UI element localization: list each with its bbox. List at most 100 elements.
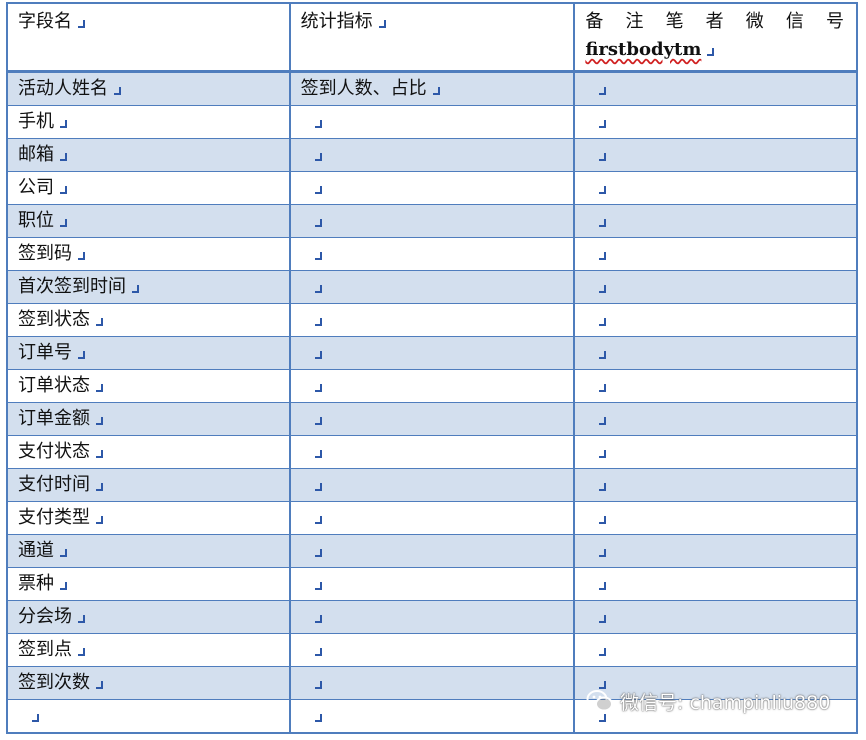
field-cell[interactable]: 公司 [6,171,291,205]
paragraph-mark-icon [314,549,322,557]
field-cell[interactable]: 首次签到时间 [6,270,291,304]
metric-cell[interactable] [288,402,576,436]
metric-cell[interactable] [288,468,576,502]
paragraph-mark-icon [599,285,607,293]
field-cell[interactable]: 签到码 [6,237,291,271]
note-cell[interactable] [573,666,858,700]
field-text: 邮箱 [18,144,54,165]
table-row: 订单金额 [6,402,858,436]
paragraph-mark-icon [78,252,85,260]
field-cell[interactable]: 订单金额 [6,402,291,436]
field-cell[interactable]: 票种 [6,567,291,601]
metric-cell[interactable] [288,369,576,403]
metric-cell[interactable] [288,105,576,139]
paragraph-mark-icon [599,516,607,524]
field-text: 支付类型 [18,507,90,528]
field-cell[interactable]: 订单号 [6,336,291,370]
paragraph-mark-icon [96,417,103,425]
field-text: 签到状态 [18,309,90,330]
metric-cell[interactable] [288,138,576,172]
field-cell[interactable]: 支付时间 [6,468,291,502]
field-cell[interactable]: 签到状态 [6,303,291,337]
paragraph-mark-icon [378,20,386,28]
metric-cell[interactable] [288,534,576,568]
header-field-label: 字段名 [18,11,72,32]
field-cell[interactable]: 邮箱 [6,138,291,172]
note-cell[interactable] [573,567,858,601]
field-cell[interactable] [6,699,291,734]
note-cell[interactable] [573,105,858,139]
field-cell[interactable]: 签到次数 [6,666,291,700]
field-cell[interactable]: 通道 [6,534,291,568]
note-cell[interactable] [573,435,858,469]
paragraph-mark-icon [599,384,607,392]
header-field-cell[interactable]: 字段名 [6,2,291,73]
note-cell[interactable] [573,402,858,436]
paragraph-mark-icon [314,285,322,293]
paragraph-mark-icon [314,483,322,491]
paragraph-mark-icon [314,219,322,227]
metric-cell[interactable] [288,633,576,667]
metric-cell[interactable] [288,303,576,337]
field-cell[interactable]: 职位 [6,204,291,238]
metric-cell[interactable] [288,171,576,205]
field-text: 首次签到时间 [18,276,126,297]
note-cell[interactable] [573,468,858,502]
note-cell[interactable] [573,204,858,238]
paragraph-mark-icon [314,186,322,194]
metric-cell[interactable] [288,600,576,634]
metric-cell[interactable] [288,666,576,700]
metric-cell[interactable] [288,699,576,734]
metric-cell[interactable] [288,501,576,535]
paragraph-mark-icon [78,648,85,656]
metric-cell[interactable] [288,237,576,271]
field-cell[interactable]: 活动人姓名 [6,71,291,106]
note-cell[interactable] [573,237,858,271]
metric-cell[interactable] [288,336,576,370]
metric-cell[interactable] [288,567,576,601]
field-cell[interactable]: 手机 [6,105,291,139]
field-cell[interactable]: 分会场 [6,600,291,634]
paragraph-mark-icon [314,648,322,656]
note-cell[interactable] [573,600,858,634]
table-row: 支付类型 [6,501,858,535]
table-row: 职位 [6,204,858,238]
note-char: 信 [785,11,804,32]
paragraph-mark-icon [314,252,322,260]
paragraph-mark-icon [314,582,322,590]
metric-cell[interactable] [288,435,576,469]
paragraph-mark-icon [78,615,85,623]
note-cell[interactable] [573,336,858,370]
note-cell[interactable] [573,71,858,106]
paragraph-mark-icon [314,153,322,161]
note-char: 者 [705,11,724,32]
header-metric-cell[interactable]: 统计指标 [288,2,576,73]
paragraph-mark-icon [78,351,85,359]
note-cell[interactable] [573,270,858,304]
note-cell[interactable] [573,534,858,568]
metric-cell[interactable] [288,270,576,304]
field-cell[interactable]: 签到点 [6,633,291,667]
paragraph-mark-icon [599,549,607,557]
note-cell[interactable] [573,138,858,172]
note-cell[interactable] [573,501,858,535]
paragraph-mark-icon [314,384,322,392]
table-row: 邮箱 [6,138,858,172]
note-cell[interactable] [573,369,858,403]
table-row: 票种 [6,567,858,601]
note-char: 备 [585,11,604,32]
field-cell[interactable]: 支付类型 [6,501,291,535]
note-cell[interactable] [573,303,858,337]
note-cell[interactable] [573,171,858,205]
paragraph-mark-icon [599,714,607,722]
paragraph-mark-icon [96,483,103,491]
field-cell[interactable]: 支付状态 [6,435,291,469]
metric-cell[interactable]: 签到人数、占比 [288,71,576,106]
header-note-cell[interactable]: 备 注 笔 者 微 信 号 firstbodytm [573,2,858,73]
field-cell[interactable]: 订单状态 [6,369,291,403]
field-text: 职位 [18,210,54,231]
metric-cell[interactable] [288,204,576,238]
note-cell[interactable] [573,633,858,667]
note-cell[interactable] [573,699,858,734]
field-table: 字段名 统计指标 备 注 笔 者 微 信 号 firstbodytm 活动人姓名… [6,2,858,734]
